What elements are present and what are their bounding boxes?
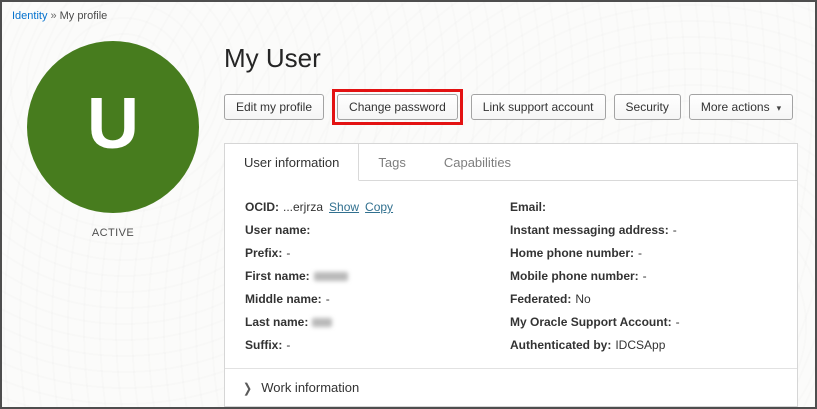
avatar-initial: U [87, 88, 139, 160]
tab-user-information[interactable]: User information [225, 144, 359, 181]
page-title: My User [224, 43, 798, 74]
content-area: U ACTIVE My User Edit my profile Change … [2, 22, 815, 407]
breadcrumb: Identity» My profile [2, 2, 815, 22]
profile-summary-column: U ACTIVE [2, 22, 224, 407]
work-information-label: Work information [261, 380, 359, 395]
tab-capabilities[interactable]: Capabilities [425, 144, 530, 181]
user-details-panel: User information Tags Capabilities OCID:… [224, 143, 798, 407]
toolbar: Edit my profile Change password Link sup… [224, 89, 798, 125]
more-actions-button[interactable]: More actions ▾ [689, 94, 793, 120]
field-mobile-phone-number: Mobile phone number:- [510, 265, 779, 288]
breadcrumb-separator: » [50, 10, 56, 22]
field-user-name: User name: [245, 219, 510, 242]
my-profile-page: Identity» My profile U ACTIVE My User Edi… [0, 0, 817, 409]
user-information-fields: OCID:...erjrzaShowCopy User name: Prefix… [225, 181, 797, 357]
field-suffix: Suffix:- [245, 334, 510, 357]
red-highlight-annotation: Change password [332, 89, 463, 125]
avatar: U [27, 41, 199, 213]
status-badge: ACTIVE [92, 227, 134, 239]
chevron-down-icon: ▾ [777, 103, 782, 113]
field-prefix: Prefix:- [245, 242, 510, 265]
tab-tags[interactable]: Tags [359, 144, 424, 181]
redacted-value [312, 318, 332, 327]
fields-right-column: Email: Instant messaging address:- Home … [510, 196, 779, 357]
field-my-oracle-support-account: My Oracle Support Account:- [510, 311, 779, 334]
field-home-phone-number: Home phone number:- [510, 242, 779, 265]
tab-bar: User information Tags Capabilities [225, 144, 797, 181]
field-first-name: First name: [245, 265, 510, 288]
change-password-button[interactable]: Change password [337, 94, 458, 120]
ocid-show-link[interactable]: Show [329, 200, 359, 214]
field-federated: Federated:No [510, 288, 779, 311]
breadcrumb-identity-link[interactable]: Identity [12, 10, 47, 22]
more-actions-label: More actions [701, 100, 770, 114]
security-button[interactable]: Security [614, 94, 681, 120]
fields-left-column: OCID:...erjrzaShowCopy User name: Prefix… [245, 196, 510, 357]
field-authenticated-by: Authenticated by:IDCSApp [510, 334, 779, 357]
field-middle-name: Middle name:- [245, 288, 510, 311]
field-email: Email: [510, 196, 779, 219]
breadcrumb-current: My profile [60, 10, 108, 22]
main-column: My User Edit my profile Change password … [224, 22, 815, 407]
field-ocid: OCID:...erjrzaShowCopy [245, 196, 510, 219]
ocid-copy-link[interactable]: Copy [365, 200, 393, 214]
redacted-value [314, 272, 348, 281]
link-support-account-button[interactable]: Link support account [471, 94, 606, 120]
field-instant-messaging-address: Instant messaging address:- [510, 219, 779, 242]
field-last-name: Last name: [245, 311, 510, 334]
chevron-right-icon: ❯ [243, 381, 252, 397]
work-information-toggle[interactable]: ❯ Work information [225, 368, 797, 406]
edit-my-profile-button[interactable]: Edit my profile [224, 94, 324, 120]
